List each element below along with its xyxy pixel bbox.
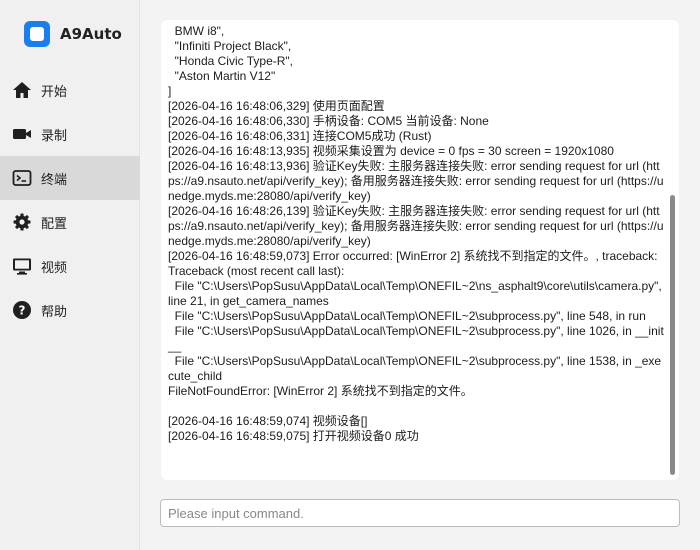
terminal-line: [2026-04-16 16:48:59,074] 视频设备[] bbox=[168, 414, 368, 428]
sidebar-item-start[interactable]: 开始 bbox=[0, 68, 140, 112]
sidebar-item-video[interactable]: 视频 bbox=[0, 244, 140, 288]
sidebar-item-label: 开始 bbox=[41, 83, 68, 99]
terminal-line: [2026-04-16 16:48:06,331] 连接COM5成功 (Rust… bbox=[168, 129, 432, 143]
video-camera-icon bbox=[12, 124, 32, 144]
main-panel: BMW i8", "Infiniti Project Black", "Hond… bbox=[140, 0, 700, 550]
terminal-line: [2026-04-16 16:48:06,329] 使用页面配置 bbox=[168, 99, 385, 113]
terminal-line: "Infiniti Project Black", bbox=[168, 39, 292, 53]
brand: A9Auto bbox=[24, 20, 122, 48]
svg-text:?: ? bbox=[19, 304, 26, 318]
terminal-output[interactable]: BMW i8", "Infiniti Project Black", "Hond… bbox=[161, 20, 679, 480]
command-input[interactable] bbox=[160, 499, 680, 527]
sidebar-item-label: 帮助 bbox=[41, 303, 68, 319]
terminal-line: BMW i8", bbox=[168, 24, 225, 38]
terminal-line: File "C:\Users\PopSusu\AppData\Local\Tem… bbox=[168, 279, 666, 308]
home-icon bbox=[12, 80, 32, 100]
gear-icon bbox=[12, 212, 32, 232]
terminal-line: [2026-04-16 16:48:59,075] 打开视频设备0 成功 bbox=[168, 429, 419, 443]
terminal-line: [2026-04-16 16:48:59,073] Error occurred… bbox=[168, 249, 661, 278]
terminal-line: ] bbox=[168, 84, 172, 98]
app-logo-icon bbox=[24, 21, 50, 47]
sidebar-item-record[interactable]: 录制 bbox=[0, 112, 140, 156]
terminal-line: File "C:\Users\PopSusu\AppData\Local\Tem… bbox=[168, 309, 646, 323]
terminal-log: BMW i8", "Infiniti Project Black", "Hond… bbox=[168, 24, 664, 444]
sidebar: A9Auto 开始 录制 终端 配置 视频 ? 帮助 bbox=[0, 0, 140, 550]
monitor-icon bbox=[12, 256, 32, 276]
sidebar-nav: 开始 录制 终端 配置 视频 ? 帮助 bbox=[0, 68, 140, 332]
terminal-line: File "C:\Users\PopSusu\AppData\Local\Tem… bbox=[168, 324, 664, 353]
sidebar-item-label: 配置 bbox=[41, 215, 68, 231]
sidebar-item-label: 视频 bbox=[41, 259, 68, 275]
help-icon: ? bbox=[12, 300, 32, 320]
terminal-line: FileNotFoundError: [WinError 2] 系统找不到指定的… bbox=[168, 384, 473, 398]
sidebar-item-config[interactable]: 配置 bbox=[0, 200, 140, 244]
terminal-line: [2026-04-16 16:48:26,139] 验证Key失败: 主服务器连… bbox=[168, 204, 664, 248]
terminal-line: "Aston Martin V12" bbox=[168, 69, 276, 83]
sidebar-item-terminal[interactable]: 终端 bbox=[0, 156, 140, 200]
app-name: A9Auto bbox=[60, 25, 122, 43]
sidebar-item-label: 终端 bbox=[41, 171, 68, 187]
terminal-line: [2026-04-16 16:48:06,330] 手柄设备: COM5 当前设… bbox=[168, 114, 489, 128]
terminal-scrollbar-thumb[interactable] bbox=[670, 195, 675, 475]
terminal-line: [2026-04-16 16:48:13,936] 验证Key失败: 主服务器连… bbox=[168, 159, 664, 203]
terminal-line: [2026-04-16 16:48:13,935] 视频采集设置为 device… bbox=[168, 144, 614, 158]
terminal-line: "Honda Civic Type-R", bbox=[168, 54, 294, 68]
sidebar-item-label: 录制 bbox=[41, 127, 68, 143]
sidebar-item-help[interactable]: ? 帮助 bbox=[0, 288, 140, 332]
terminal-line: File "C:\Users\PopSusu\AppData\Local\Tem… bbox=[168, 354, 662, 383]
terminal-icon bbox=[12, 168, 32, 188]
